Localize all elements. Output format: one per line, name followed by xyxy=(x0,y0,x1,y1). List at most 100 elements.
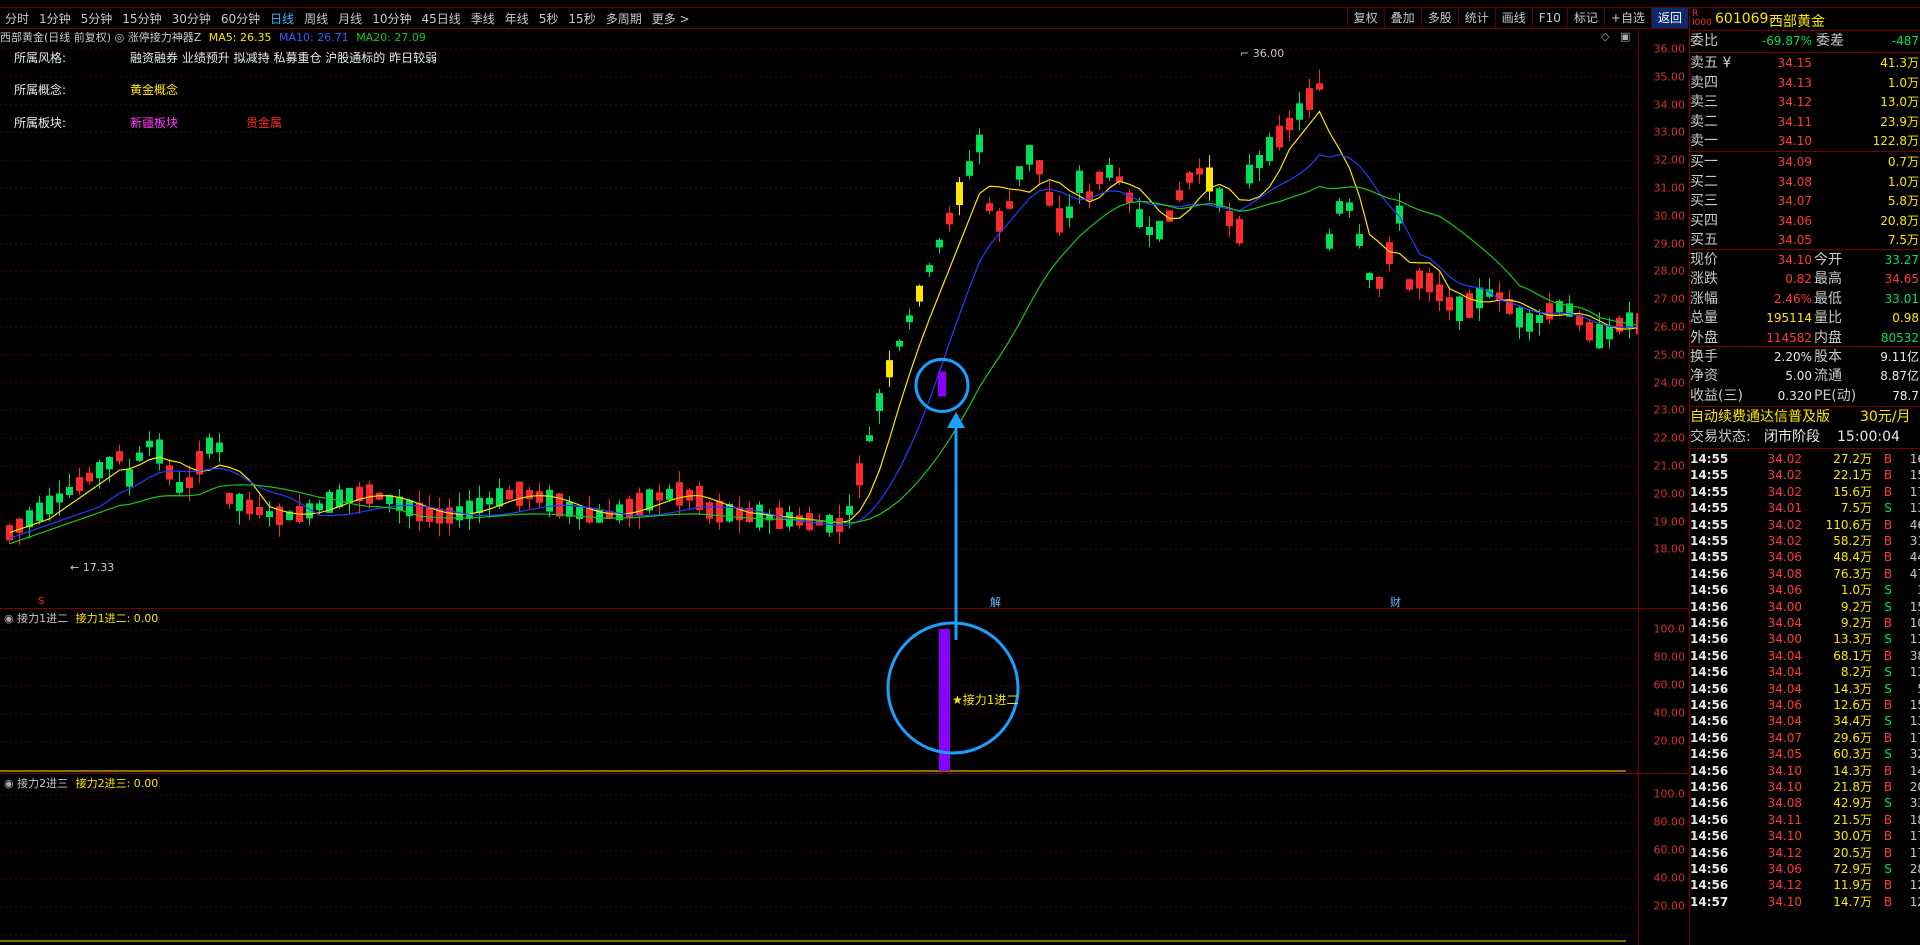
candle[interactable] xyxy=(446,507,453,524)
candle[interactable] xyxy=(1376,276,1383,289)
diamond-icon[interactable]: ◇ xyxy=(1601,30,1609,43)
marker-s[interactable]: S xyxy=(38,596,44,607)
candle[interactable] xyxy=(1046,191,1053,206)
candle[interactable] xyxy=(1626,312,1633,328)
candle[interactable] xyxy=(486,497,493,505)
period-tab[interactable]: 30分钟 xyxy=(167,10,216,27)
candle[interactable] xyxy=(1266,137,1273,162)
candle[interactable] xyxy=(1536,315,1543,323)
order-row[interactable]: 卖四 34.13 1.0万 xyxy=(1690,74,1920,93)
promo-text[interactable]: 自动续费通达信普及版 xyxy=(1690,408,1830,427)
period-tab[interactable]: 5分钟 xyxy=(76,10,118,27)
period-tab[interactable]: 10分钟 xyxy=(367,10,416,27)
candle[interactable] xyxy=(56,493,63,503)
candle[interactable] xyxy=(226,493,233,504)
candle[interactable] xyxy=(696,485,703,511)
period-tab[interactable]: 季线 xyxy=(466,10,500,27)
candle[interactable] xyxy=(586,508,593,523)
window-restore-icon[interactable]: ▣ xyxy=(1620,30,1630,43)
candle[interactable] xyxy=(936,239,943,248)
candle[interactable] xyxy=(336,489,343,508)
tool-button[interactable]: 标记 xyxy=(1566,8,1604,28)
order-row[interactable]: 买三 34.07 5.8万 xyxy=(1690,192,1920,211)
period-tab[interactable]: 分时 xyxy=(0,10,34,27)
period-tab[interactable]: 15秒 xyxy=(563,10,600,27)
candle[interactable] xyxy=(1406,279,1413,290)
sub2-chart[interactable] xyxy=(0,774,1638,945)
candle[interactable] xyxy=(1186,172,1193,183)
candle[interactable] xyxy=(1056,208,1063,233)
candle[interactable] xyxy=(1546,303,1553,320)
tool-button[interactable]: 多股 xyxy=(1420,8,1458,28)
order-row[interactable]: 买五 34.05 7.5万 xyxy=(1690,231,1920,250)
candle[interactable] xyxy=(1176,190,1183,201)
tool-button[interactable]: 叠加 xyxy=(1383,8,1421,28)
order-row[interactable]: 卖一 34.10 122.8万 xyxy=(1690,132,1920,151)
candle[interactable] xyxy=(156,439,163,464)
candle[interactable] xyxy=(1516,307,1523,328)
candle[interactable] xyxy=(1076,170,1083,194)
candle[interactable] xyxy=(1346,202,1353,211)
candle[interactable] xyxy=(666,488,673,500)
candle[interactable] xyxy=(866,435,873,442)
order-row[interactable]: 买四 34.06 20.8万 xyxy=(1690,212,1920,231)
order-row[interactable]: 买一 34.09 0.7万 xyxy=(1690,153,1920,172)
candle[interactable] xyxy=(1356,233,1363,247)
candle[interactable] xyxy=(856,463,863,486)
candle[interactable] xyxy=(886,360,893,378)
candle[interactable] xyxy=(1336,201,1343,214)
candle[interactable] xyxy=(346,487,353,503)
candle[interactable] xyxy=(46,495,53,515)
candle[interactable] xyxy=(976,134,983,153)
candle[interactable] xyxy=(116,451,123,462)
candle[interactable] xyxy=(106,457,113,470)
tool-button[interactable]: 返回 xyxy=(1650,8,1688,28)
candle[interactable] xyxy=(1296,103,1303,120)
candle[interactable] xyxy=(756,504,763,528)
candle[interactable] xyxy=(426,507,433,523)
candle[interactable] xyxy=(96,462,103,479)
candle[interactable] xyxy=(76,477,83,491)
period-tab[interactable]: 多周期 xyxy=(601,10,647,27)
candle[interactable] xyxy=(1096,171,1103,185)
candle[interactable] xyxy=(516,481,523,506)
candle[interactable] xyxy=(1196,168,1203,175)
candle[interactable] xyxy=(1156,221,1163,240)
candle[interactable] xyxy=(216,442,223,453)
candle[interactable] xyxy=(1386,242,1393,265)
candle[interactable] xyxy=(576,506,583,519)
candle[interactable] xyxy=(146,440,153,448)
sub1-chart[interactable]: ★接力1进二 xyxy=(0,609,1638,773)
candle[interactable] xyxy=(266,511,273,518)
candle[interactable] xyxy=(366,484,373,504)
candle[interactable] xyxy=(1236,218,1243,244)
candle[interactable] xyxy=(526,490,533,500)
candle[interactable] xyxy=(506,490,513,500)
period-tab[interactable]: 更多 > xyxy=(647,10,695,27)
candle[interactable] xyxy=(1136,209,1143,228)
candle[interactable] xyxy=(256,506,263,515)
period-tab[interactable]: 5秒 xyxy=(534,10,564,27)
candle[interactable] xyxy=(136,452,143,461)
kline-chart[interactable] xyxy=(0,46,1638,606)
candle[interactable] xyxy=(1026,144,1033,165)
period-tab[interactable]: 15分钟 xyxy=(117,10,166,27)
candle[interactable] xyxy=(996,210,1003,232)
candle[interactable] xyxy=(1226,210,1233,227)
candle[interactable] xyxy=(1316,83,1323,90)
candle[interactable] xyxy=(676,482,683,506)
candle[interactable] xyxy=(1066,206,1073,218)
candle[interactable] xyxy=(16,518,23,533)
promo-price[interactable]: 30元/月 xyxy=(1860,408,1911,427)
candle[interactable] xyxy=(1106,164,1113,178)
period-tab[interactable]: 45日线 xyxy=(416,10,465,27)
candle[interactable] xyxy=(1476,287,1483,309)
candle[interactable] xyxy=(566,501,573,517)
candle[interactable] xyxy=(236,493,243,511)
tool-button[interactable]: 统计 xyxy=(1457,8,1495,28)
candle[interactable] xyxy=(946,212,953,225)
candle[interactable] xyxy=(1526,313,1533,332)
candle[interactable] xyxy=(1616,317,1623,332)
signal-candle[interactable] xyxy=(938,371,946,397)
candle[interactable] xyxy=(1586,322,1593,341)
